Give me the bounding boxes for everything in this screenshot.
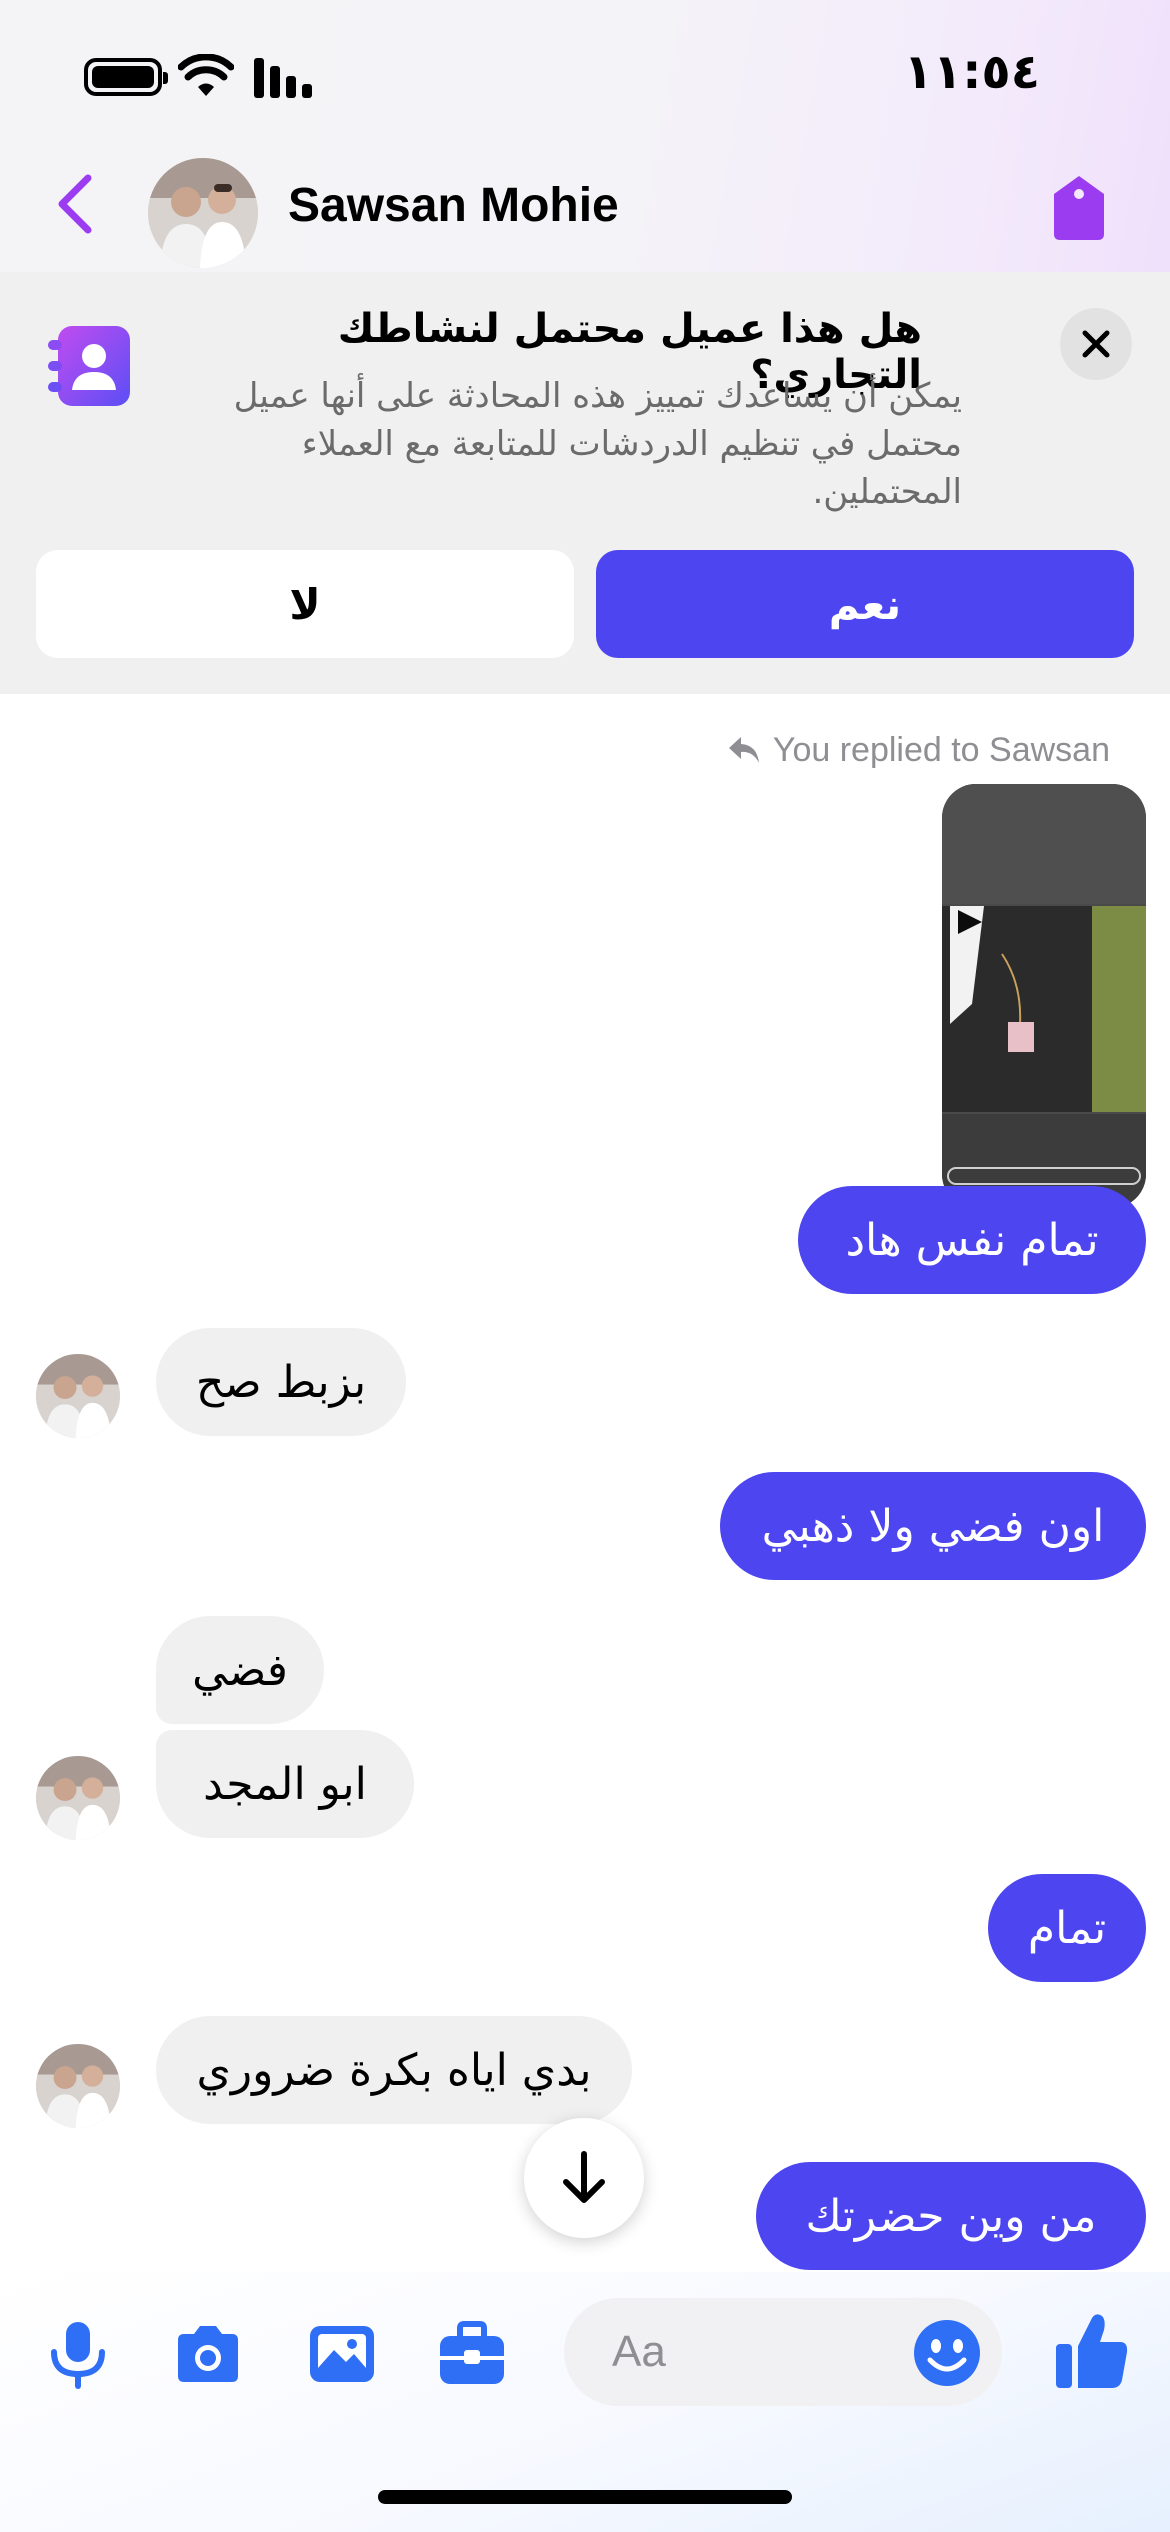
label-tag-icon[interactable] — [1050, 172, 1108, 242]
message-bubble[interactable]: تمام نفس هاد — [798, 1186, 1146, 1294]
camera-icon[interactable] — [172, 2318, 244, 2390]
sender-avatar — [36, 2044, 120, 2128]
close-button[interactable] — [1060, 308, 1132, 380]
message-bubble[interactable]: ابو المجد — [156, 1730, 414, 1838]
close-icon — [1082, 330, 1110, 358]
replied-image-thumbnail[interactable] — [942, 784, 1146, 1208]
emoji-icon[interactable] — [912, 2318, 982, 2388]
back-chevron-icon[interactable] — [52, 172, 98, 236]
no-button[interactable]: لا — [36, 550, 574, 658]
battery-icon — [84, 58, 168, 96]
message-input[interactable] — [612, 2326, 872, 2378]
reply-icon — [728, 737, 759, 763]
sender-avatar — [36, 1354, 120, 1438]
reply-indicator: You replied to Sawsan — [686, 726, 1110, 774]
signal-icon — [254, 58, 312, 98]
status-bar: ١١:٥٤ — [0, 0, 1170, 150]
reply-indicator-label: You replied to Sawsan — [772, 730, 1110, 769]
microphone-icon[interactable] — [42, 2318, 114, 2390]
arrow-down-icon — [563, 2151, 605, 2203]
message-bubble[interactable]: فضي — [156, 1616, 324, 1724]
contact-avatar[interactable] — [148, 158, 258, 268]
message-bubble[interactable]: من وين حضرتك — [756, 2162, 1146, 2270]
gallery-icon[interactable] — [306, 2318, 378, 2390]
wifi-icon — [178, 54, 234, 96]
message-bubble[interactable]: بزبط صح — [156, 1328, 406, 1436]
message-bubble[interactable]: تمام — [988, 1874, 1146, 1982]
banner-description: يمكن أن يساعدك تمييز هذه المحادثة على أن… — [233, 376, 962, 512]
home-indicator — [378, 2490, 792, 2504]
contact-book-icon — [48, 326, 130, 406]
thumbs-up-icon[interactable] — [1054, 2310, 1130, 2390]
message-bubble[interactable]: اون فضي ولا ذهبي — [720, 1472, 1146, 1580]
scroll-to-bottom-button[interactable] — [524, 2118, 644, 2238]
briefcase-icon[interactable] — [436, 2318, 508, 2390]
sender-avatar — [36, 1756, 120, 1840]
contact-name[interactable]: Sawsan Mohie — [288, 178, 619, 233]
message-bubble[interactable]: بدي اياه بكرة ضروري — [156, 2016, 632, 2124]
status-time: ١١:٥٤ — [903, 44, 1040, 100]
yes-button[interactable]: نعم — [596, 550, 1134, 658]
